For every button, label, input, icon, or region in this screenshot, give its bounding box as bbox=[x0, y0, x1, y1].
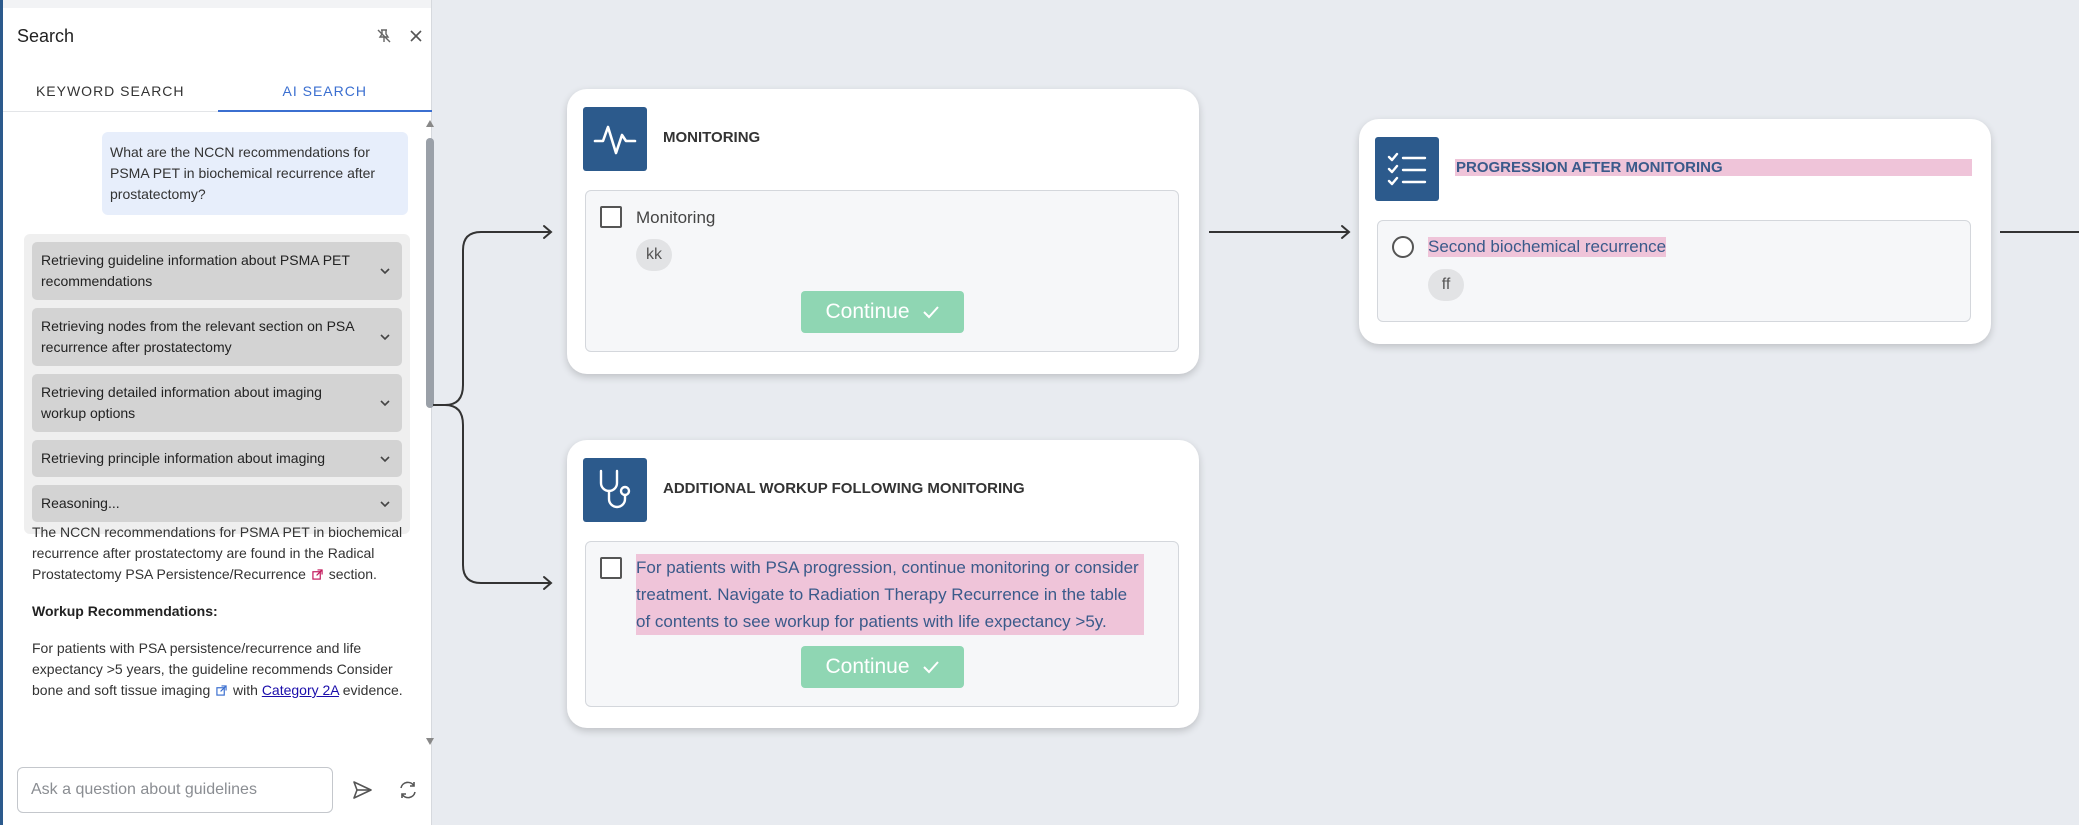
step-item[interactable]: Retrieving detailed information about im… bbox=[32, 374, 402, 432]
answer-paragraph: For patients with PSA persistence/recurr… bbox=[32, 638, 408, 701]
external-link-icon[interactable] bbox=[216, 685, 227, 696]
chevron-down-icon bbox=[380, 455, 390, 462]
retrieval-steps: Retrieving guideline information about P… bbox=[24, 234, 410, 534]
panel-header: Search bbox=[17, 24, 427, 48]
answer-text: with bbox=[233, 682, 258, 698]
tab-keyword-search[interactable]: KEYWORD SEARCH bbox=[3, 70, 218, 111]
panel-title: Search bbox=[17, 25, 75, 46]
search-tabs: KEYWORD SEARCH AI SEARCH bbox=[3, 70, 432, 112]
option-label: For patients with PSA progression, conti… bbox=[636, 554, 1144, 635]
node-additional-workup[interactable]: ADDITIONAL WORKUP FOLLOWING MONITORING F… bbox=[567, 440, 1199, 728]
unpin-icon[interactable] bbox=[373, 25, 395, 47]
step-label: Retrieving principle information about i… bbox=[41, 450, 326, 466]
step-label: Retrieving detailed information about im… bbox=[41, 384, 322, 421]
continue-button[interactable]: Continue bbox=[801, 291, 964, 333]
answer-text: For patients with PSA persistence/recurr… bbox=[32, 640, 393, 698]
stethoscope-icon bbox=[583, 458, 647, 522]
refresh-icon[interactable] bbox=[391, 773, 425, 807]
chat-area: What are the NCCN recommendations for PS… bbox=[3, 116, 423, 750]
step-item[interactable]: Reasoning... bbox=[32, 485, 402, 522]
connector-line bbox=[433, 231, 551, 406]
option-label: Monitoring bbox=[636, 208, 716, 227]
search-panel: Search KEYWORD SEARCH AI SEARCH What are… bbox=[0, 0, 434, 825]
ask-row bbox=[17, 766, 427, 814]
answer-paragraph: The NCCN recommendations for PSMA PET in… bbox=[32, 522, 408, 585]
node-title: MONITORING bbox=[663, 129, 761, 146]
answer-text: section. bbox=[328, 566, 377, 582]
node-title: ADDITIONAL WORKUP FOLLOWING MONITORING bbox=[663, 480, 1025, 497]
continue-label: Continue bbox=[825, 300, 910, 323]
continue-button[interactable]: Continue bbox=[801, 646, 964, 688]
node-options: Second biochemical recurrence ff bbox=[1377, 220, 1971, 322]
send-icon[interactable] bbox=[345, 773, 379, 807]
node-title: PROGRESSION AFTER MONITORING bbox=[1455, 159, 1972, 176]
ai-answer: The NCCN recommendations for PSMA PET in… bbox=[32, 522, 408, 717]
step-label: Retrieving nodes from the relevant secti… bbox=[41, 318, 354, 355]
ask-input[interactable] bbox=[17, 767, 333, 813]
node-options: For patients with PSA progression, conti… bbox=[585, 541, 1179, 707]
checkmark-icon bbox=[922, 661, 939, 674]
external-link-icon[interactable] bbox=[312, 569, 323, 580]
chevron-down-icon bbox=[380, 268, 390, 275]
user-message: What are the NCCN recommendations for PS… bbox=[102, 132, 408, 215]
node-monitoring[interactable]: MONITORING Monitoring kk Continue bbox=[567, 89, 1199, 374]
option-label: Second biochemical recurrence bbox=[1428, 237, 1667, 257]
chevron-down-icon bbox=[380, 334, 390, 341]
option-chip: kk bbox=[636, 239, 672, 271]
option-radio[interactable] bbox=[1392, 236, 1414, 258]
step-item[interactable]: Retrieving guideline information about P… bbox=[32, 242, 402, 300]
node-progression-after-monitoring[interactable]: PROGRESSION AFTER MONITORING Second bioc… bbox=[1359, 119, 1991, 344]
node-options: Monitoring kk Continue bbox=[585, 190, 1179, 352]
option-checkbox[interactable] bbox=[600, 557, 622, 579]
step-label: Retrieving guideline information about P… bbox=[41, 252, 350, 289]
connector-line bbox=[433, 404, 551, 584]
step-item[interactable]: Retrieving nodes from the relevant secti… bbox=[32, 308, 402, 366]
option-checkbox[interactable] bbox=[600, 206, 622, 228]
chevron-down-icon bbox=[380, 500, 390, 507]
answer-heading: Workup Recommendations: bbox=[32, 603, 218, 619]
category-link[interactable]: Category 2A bbox=[262, 682, 339, 698]
answer-text: evidence. bbox=[342, 682, 403, 698]
checklist-icon bbox=[1375, 137, 1439, 201]
continue-label: Continue bbox=[825, 655, 910, 678]
flow-canvas[interactable]: MONITORING Monitoring kk Continue PROGRE… bbox=[433, 0, 2079, 825]
step-item[interactable]: Retrieving principle information about i… bbox=[32, 440, 402, 477]
tab-ai-search[interactable]: AI SEARCH bbox=[217, 70, 433, 112]
panel-top-strip bbox=[3, 0, 431, 8]
activity-pulse-icon bbox=[583, 107, 647, 171]
checkmark-icon bbox=[922, 306, 939, 319]
option-chip: ff bbox=[1428, 269, 1464, 301]
close-icon[interactable] bbox=[405, 25, 427, 47]
chevron-down-icon bbox=[380, 400, 390, 407]
step-label: Reasoning... bbox=[41, 495, 120, 511]
